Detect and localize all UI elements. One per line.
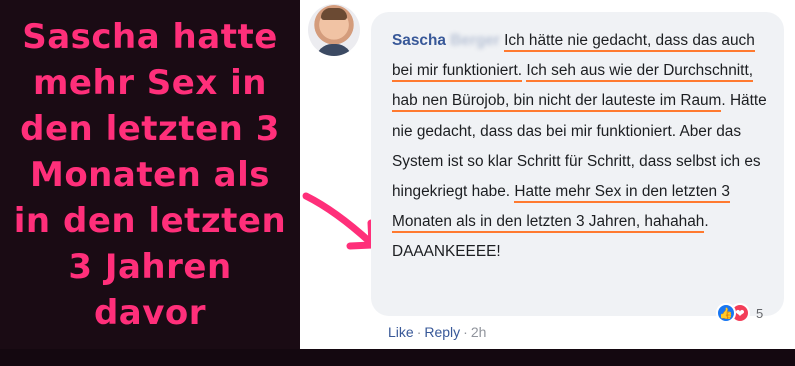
caption-line: davor: [93, 293, 207, 333]
like-link[interactable]: Like: [388, 324, 414, 340]
caption-line: Sascha hatte: [22, 17, 278, 57]
author-surname-blurred: Berger: [450, 32, 500, 49]
bottom-strip: [0, 349, 795, 366]
avatar[interactable]: [308, 4, 360, 56]
author-name[interactable]: Sascha Berger: [392, 32, 500, 49]
reply-link[interactable]: Reply: [424, 324, 460, 340]
caption-line: 3 Jahren: [68, 247, 232, 287]
caption-line: in den letzten: [13, 201, 287, 241]
comment-actions: Like · Reply · 2h: [388, 324, 487, 340]
comment-body: Sascha Berger Ich hätte nie gedacht, das…: [392, 26, 772, 268]
reaction-count: 5: [756, 305, 764, 321]
caption-line: den letzten 3: [20, 109, 280, 149]
like-reaction-icon: 👍: [716, 303, 736, 323]
caption-line: Monaten als: [29, 155, 271, 195]
reactions-summary[interactable]: 👍 ❤ 5: [716, 302, 763, 324]
promo-caption: Sascha hatte mehr Sex in den letzten 3 M…: [0, 14, 300, 336]
comment-timestamp[interactable]: 2h: [471, 324, 487, 340]
arrow-icon: [302, 192, 376, 250]
caption-line: mehr Sex in: [33, 63, 267, 103]
